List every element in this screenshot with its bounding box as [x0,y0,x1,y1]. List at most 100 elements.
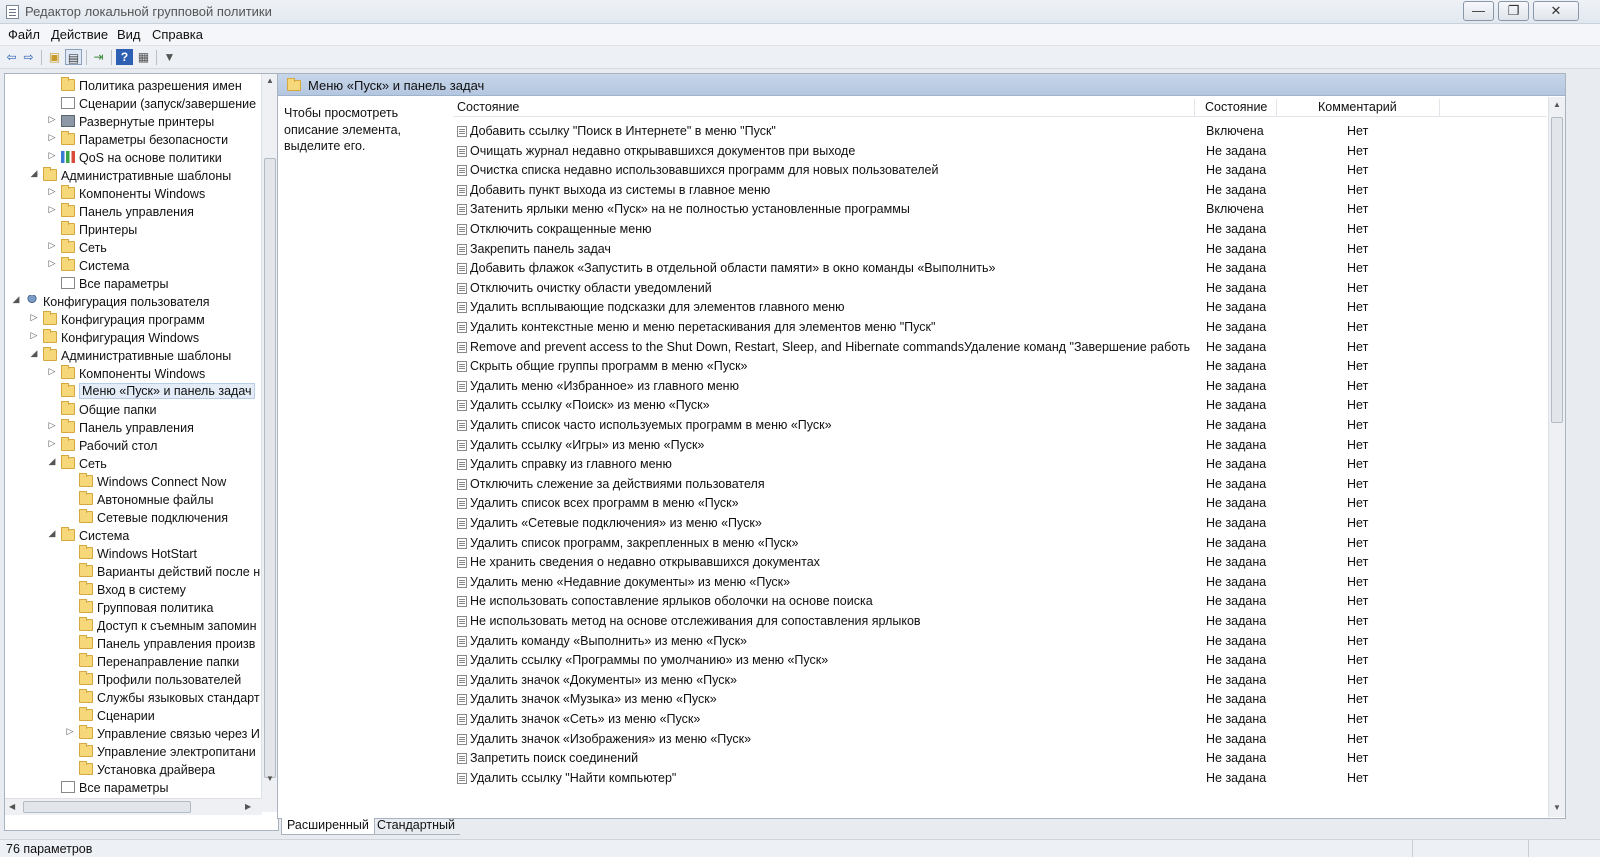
policy-row[interactable]: Очистка списка недавно использовавшихся … [453,160,1543,180]
policy-row[interactable]: Запретить поиск соединений Не задана Нет [453,748,1543,768]
forward-icon[interactable]: ⇨ [20,49,37,65]
tab-extended[interactable]: Расширенный [281,818,375,835]
scroll-down-icon[interactable]: ▼ [266,774,274,783]
collapse-arrow-icon[interactable]: ◢ [47,456,57,467]
policy-row[interactable]: Удалить значок «Сеть» из меню «Пуск» Не з… [453,709,1543,729]
policy-row[interactable]: Удалить «Сетевые подключения» из меню «П… [453,513,1543,533]
export-list-icon[interactable]: ⇥ [90,49,107,65]
minimize-button[interactable]: — [1463,1,1494,21]
policy-row[interactable]: Удалить значок «Документы» из меню «Пуск… [453,670,1543,690]
scroll-left-icon[interactable]: ◀ [9,802,15,811]
column-header-state[interactable]: Состояние [1205,97,1267,117]
policy-row[interactable]: Удалить контекстные меню и меню перетаск… [453,317,1543,337]
policy-row[interactable]: Удалить список часто используемых програ… [453,415,1543,435]
tree-item-label: Сценарии (запуск/завершение [79,97,257,111]
policy-row[interactable]: Скрыть общие группы программ в меню «Пус… [453,356,1543,376]
policy-row[interactable]: Удалить список всех программ в меню «Пус… [453,493,1543,513]
expand-arrow-icon[interactable]: ▷ [47,420,57,431]
menu-file[interactable]: Файл [8,27,40,42]
collapse-arrow-icon[interactable]: ◢ [29,348,39,359]
policy-row[interactable]: Remove and prevent access to the Shut Do… [453,337,1543,357]
policy-row[interactable]: Не использовать сопоставление ярлыков об… [453,591,1543,611]
policy-row[interactable]: Добавить пункт выхода из системы в главн… [453,180,1543,200]
expand-arrow-icon[interactable]: ▷ [65,726,75,737]
expand-arrow-icon[interactable]: ▷ [47,114,57,125]
policy-row[interactable]: Удалить команду «Выполнить» из меню «Пус… [453,631,1543,651]
policy-row[interactable]: Затенить ярлыки меню «Пуск» на не полнос… [453,199,1543,219]
policy-row[interactable]: Отключить слежение за действиями пользов… [453,474,1543,494]
column-divider[interactable] [1276,99,1277,116]
expand-arrow-icon[interactable]: ▷ [47,366,57,377]
policy-row[interactable]: Удалить ссылку «Поиск» из меню «Пуск» Не … [453,395,1543,415]
policy-comment: Нет [1347,653,1369,668]
menu-action[interactable]: Действие [51,27,108,42]
status-text: 76 параметров [6,842,93,856]
scroll-down-icon[interactable]: ▼ [1553,803,1561,812]
menu-help[interactable]: Справка [152,27,203,42]
tab-standard[interactable]: Стандартный [372,818,460,835]
policy-row[interactable]: Очищать журнал недавно открывавшихся док… [453,141,1543,161]
collapse-arrow-icon[interactable]: ◢ [47,528,57,539]
policy-name: Отключить очистку области уведомлений [470,280,712,295]
menu-view[interactable]: Вид [117,27,141,42]
policy-comment: Нет [1347,300,1369,315]
collapse-arrow-icon[interactable]: ◢ [29,168,39,179]
policy-row[interactable]: Удалить список программ, закрепленных в … [453,533,1543,553]
back-icon[interactable]: ⇦ [3,49,20,65]
expand-arrow-icon[interactable]: ▷ [47,132,57,143]
expand-arrow-icon[interactable]: ▷ [47,150,57,161]
policy-row[interactable]: Не хранить сведения о недавно открывавши… [453,552,1543,572]
expand-arrow-icon[interactable]: ▷ [47,240,57,251]
list-vertical-scrollbar[interactable]: ▲ ▼ [1548,97,1565,817]
policy-row[interactable]: Удалить меню «Недавние документы» из мен… [453,572,1543,592]
collapse-arrow-icon[interactable]: ◢ [11,294,21,305]
filter-icon[interactable]: ▼ [161,49,178,65]
column-header-comment[interactable]: Комментарий [1318,97,1397,117]
folder-icon [79,563,93,577]
expand-arrow-icon[interactable]: ▷ [47,438,57,449]
policy-state: Не задана [1206,163,1267,178]
policy-row[interactable]: Удалить справку из главного меню Не задан… [453,454,1543,474]
scroll-right-icon[interactable]: ▶ [245,802,251,811]
scroll-up-icon[interactable]: ▲ [1553,100,1561,109]
scroll-up-icon[interactable]: ▲ [266,76,274,85]
policy-row[interactable]: Закрепить панель задач Не задана Нет [453,239,1543,259]
scroll-thumb[interactable] [264,158,276,778]
properties-icon[interactable]: ▦ [135,49,152,65]
tree-vertical-scrollbar[interactable]: ▲ ▼ [261,74,278,812]
tree-item-label: Общие папки [79,403,157,417]
policy-row[interactable]: Добавить ссылку "Поиск в Интернете" в ме… [453,121,1543,141]
scroll-thumb[interactable] [1551,117,1563,423]
policy-setting-icon [457,439,467,451]
column-header-setting[interactable]: Состояние [457,97,519,117]
policy-row[interactable]: Удалить ссылку «Программы по умолчанию» … [453,650,1543,670]
restore-button[interactable]: ❐ [1498,1,1529,21]
tree-horizontal-scrollbar[interactable]: ◀ ▶ [5,798,262,815]
policy-row[interactable]: Отключить сокращенные меню Не задана Нет [453,219,1543,239]
expand-arrow-icon[interactable]: ▷ [47,204,57,215]
policy-row[interactable]: Удалить ссылку «Игры» из меню «Пуск» Не з… [453,435,1543,455]
policy-comment: Нет [1347,633,1369,648]
policy-row[interactable]: Отключить очистку области уведомлений Не … [453,278,1543,298]
column-divider[interactable] [1439,99,1440,116]
expand-arrow-icon[interactable]: ▷ [29,312,39,323]
policy-row[interactable]: Удалить ссылку "Найти компьютер" Не задан… [453,768,1543,788]
up-folder-icon[interactable]: ▣ [46,49,63,65]
help-icon[interactable]: ? [116,49,133,65]
column-divider[interactable] [1194,99,1195,116]
show-hide-tree-icon[interactable]: ▤ [65,49,82,65]
policy-row[interactable]: Не использовать метод на основе отслежив… [453,611,1543,631]
expand-arrow-icon[interactable]: ▷ [47,186,57,197]
expand-arrow-icon[interactable]: ▷ [47,258,57,269]
policy-row[interactable]: Удалить значок «Изображения» из меню «Пу… [453,729,1543,749]
folder-icon [61,365,75,379]
folder-icon [79,509,93,523]
policy-row[interactable]: Удалить всплывающие подсказки для элемен… [453,297,1543,317]
expand-arrow-icon[interactable]: ▷ [29,330,39,341]
folder-icon [79,725,93,739]
policy-row[interactable]: Удалить меню «Избранное» из главного мен… [453,376,1543,396]
policy-row[interactable]: Удалить значок «Музыка» из меню «Пуск» Не… [453,689,1543,709]
scroll-thumb[interactable] [23,801,191,813]
close-button[interactable]: ✕ [1533,1,1579,21]
policy-row[interactable]: Добавить флажок «Запустить в отдельной о… [453,258,1543,278]
